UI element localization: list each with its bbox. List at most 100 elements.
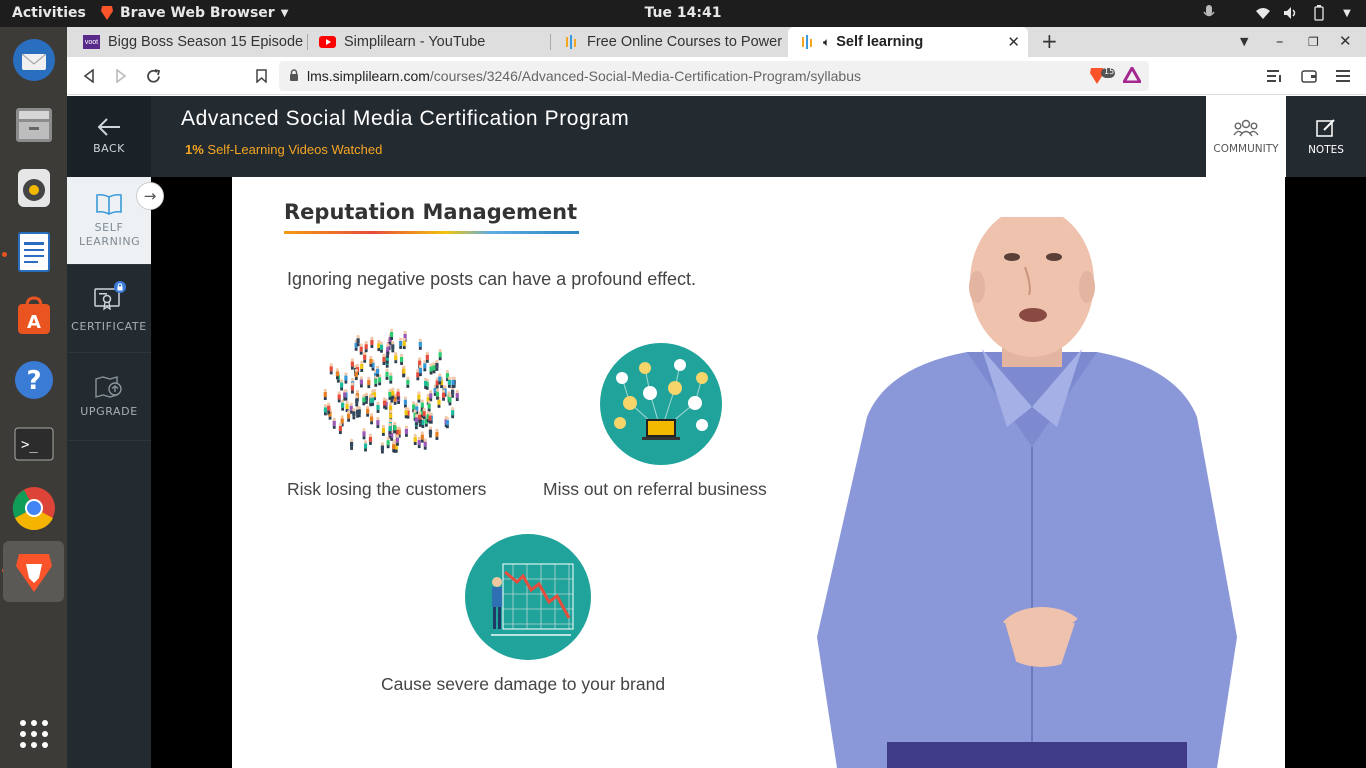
speaker-icon[interactable]: 🔈︎ <box>823 35 830 50</box>
system-tray[interactable]: ▼ <box>1200 4 1356 22</box>
close-window-button[interactable]: ✕ <box>1339 32 1352 50</box>
brave-rewards-icon[interactable] <box>1121 64 1143 87</box>
help-icon[interactable]: ? <box>3 349 64 410</box>
activities-button[interactable]: Activities <box>12 5 86 21</box>
person-figure <box>332 417 336 429</box>
tab-bigg-boss[interactable]: voot Bigg Boss Season 15 Episode <box>73 27 305 57</box>
person-figure <box>389 372 393 384</box>
chevron-down-icon: ▼ <box>280 7 289 19</box>
rhythmbox-icon[interactable] <box>3 157 64 218</box>
community-button[interactable]: COMMUNITY <box>1206 96 1286 177</box>
video-player[interactable]: Reputation Management Ignoring negative … <box>232 177 1285 768</box>
sidebar-item-label: SELF LEARNING <box>79 220 141 248</box>
person-figure <box>327 402 331 414</box>
brave-shields-icon[interactable]: 15 <box>1089 67 1117 89</box>
chrome-icon[interactable] <box>3 477 64 538</box>
tab-self-learning[interactable]: 🔈︎ Self learning ✕ <box>788 27 1028 57</box>
arrow-right-icon: → <box>143 187 157 205</box>
person-figure <box>355 406 360 418</box>
address-bar[interactable]: lms.simplilearn.com/courses/3246/Advance… <box>279 61 1149 91</box>
volume-icon[interactable] <box>1282 4 1300 22</box>
person-figure <box>396 388 400 400</box>
progress-label: Self-Learning Videos Watched <box>203 142 383 157</box>
thunderbird-icon[interactable] <box>3 29 64 90</box>
menu-icon[interactable] <box>1333 66 1353 86</box>
title-underline <box>284 231 579 234</box>
tab-list-chevron-icon[interactable]: ▼ <box>1240 35 1248 48</box>
back-nav-button[interactable] <box>79 66 99 86</box>
app-grid-icon[interactable] <box>3 703 64 764</box>
notes-button[interactable]: NOTES <box>1286 96 1366 177</box>
software-center-icon[interactable]: A <box>3 285 64 346</box>
battery-icon[interactable] <box>1310 4 1328 22</box>
terminal-icon[interactable]: >_ <box>3 413 64 474</box>
person-figure <box>363 351 367 363</box>
svg-text:>_: >_ <box>21 437 38 453</box>
forward-nav-button[interactable] <box>111 66 131 86</box>
back-button[interactable]: BACK <box>67 96 151 177</box>
person-figure <box>423 438 427 450</box>
sidebar-item-label: UPGRADE <box>80 405 138 418</box>
edit-note-icon <box>1316 118 1335 137</box>
url-path: /courses/3246/Advanced-Social-Media-Cert… <box>429 68 862 84</box>
wifi-icon[interactable] <box>1254 4 1272 22</box>
person-figure <box>376 365 380 377</box>
new-tab-button[interactable]: + <box>1041 29 1058 53</box>
tab-free-online-courses[interactable]: Free Online Courses to Power <box>552 27 784 57</box>
person-figure <box>406 376 410 388</box>
files-icon[interactable] <box>3 93 64 154</box>
minimize-button[interactable]: – <box>1276 32 1284 50</box>
tab-label: Self learning <box>836 34 924 50</box>
bookmark-icon[interactable] <box>251 66 271 86</box>
crowd-illustration <box>323 328 459 454</box>
media-queue-icon[interactable] <box>1265 66 1285 86</box>
person-figure <box>386 437 390 449</box>
power-menu-icon[interactable]: ▼ <box>1338 4 1356 22</box>
course-title: Advanced Social Media Certification Prog… <box>181 107 630 130</box>
maximize-button[interactable]: ❐ <box>1308 35 1319 49</box>
person-figure <box>350 358 354 370</box>
course-header: BACK Advanced Social Media Certification… <box>67 96 1366 177</box>
tab-label: Free Online Courses to Power <box>587 34 783 50</box>
person-figure <box>389 328 394 341</box>
person-figure <box>323 388 327 401</box>
person-figure <box>380 442 385 454</box>
person-figure <box>359 343 363 355</box>
person-figure <box>418 338 422 350</box>
wallet-icon[interactable] <box>1299 66 1319 86</box>
upgrade-icon <box>95 376 122 398</box>
person-figure <box>362 394 366 406</box>
certificate-icon <box>94 280 126 314</box>
simplilearn-icon <box>798 35 815 49</box>
person-figure <box>423 360 427 372</box>
shield-count-badge: 15 <box>1104 67 1115 76</box>
slide-intro: Ignoring negative posts can have a profo… <box>287 269 696 289</box>
sidebar-item-label: CERTIFICATE <box>71 319 147 333</box>
writer-icon[interactable] <box>3 221 64 282</box>
sidebar-item-upgrade[interactable]: UPGRADE <box>67 353 151 441</box>
person-figure <box>386 343 390 355</box>
app-menu[interactable]: Brave Web Browser ▼ <box>100 5 288 21</box>
person-figure <box>392 440 396 453</box>
person-figure <box>388 423 392 435</box>
person-figure <box>385 368 389 380</box>
reload-icon[interactable] <box>143 66 163 86</box>
person-figure <box>402 337 406 350</box>
sidebar-item-certificate[interactable]: CERTIFICATE <box>67 265 151 353</box>
person-figure <box>455 389 459 402</box>
person-figure <box>350 382 355 394</box>
clock[interactable]: Tue 14:41 <box>645 5 722 21</box>
person-figure <box>417 436 421 449</box>
expand-sidebar-button[interactable]: → <box>136 182 164 210</box>
lock-icon[interactable] <box>289 68 299 84</box>
brave-icon[interactable] <box>3 541 64 602</box>
microphone-icon[interactable] <box>1200 4 1218 22</box>
tab-simplilearn-youtube[interactable]: Simplilearn - YouTube <box>309 27 549 57</box>
person-figure <box>359 376 363 388</box>
person-figure <box>403 396 408 408</box>
person-figure <box>435 359 439 371</box>
person-figure <box>414 414 419 426</box>
close-tab-icon[interactable]: ✕ <box>1007 33 1020 51</box>
person-figure <box>368 433 373 445</box>
tab-strip: voot Bigg Boss Season 15 Episode Simplil… <box>67 27 1366 57</box>
